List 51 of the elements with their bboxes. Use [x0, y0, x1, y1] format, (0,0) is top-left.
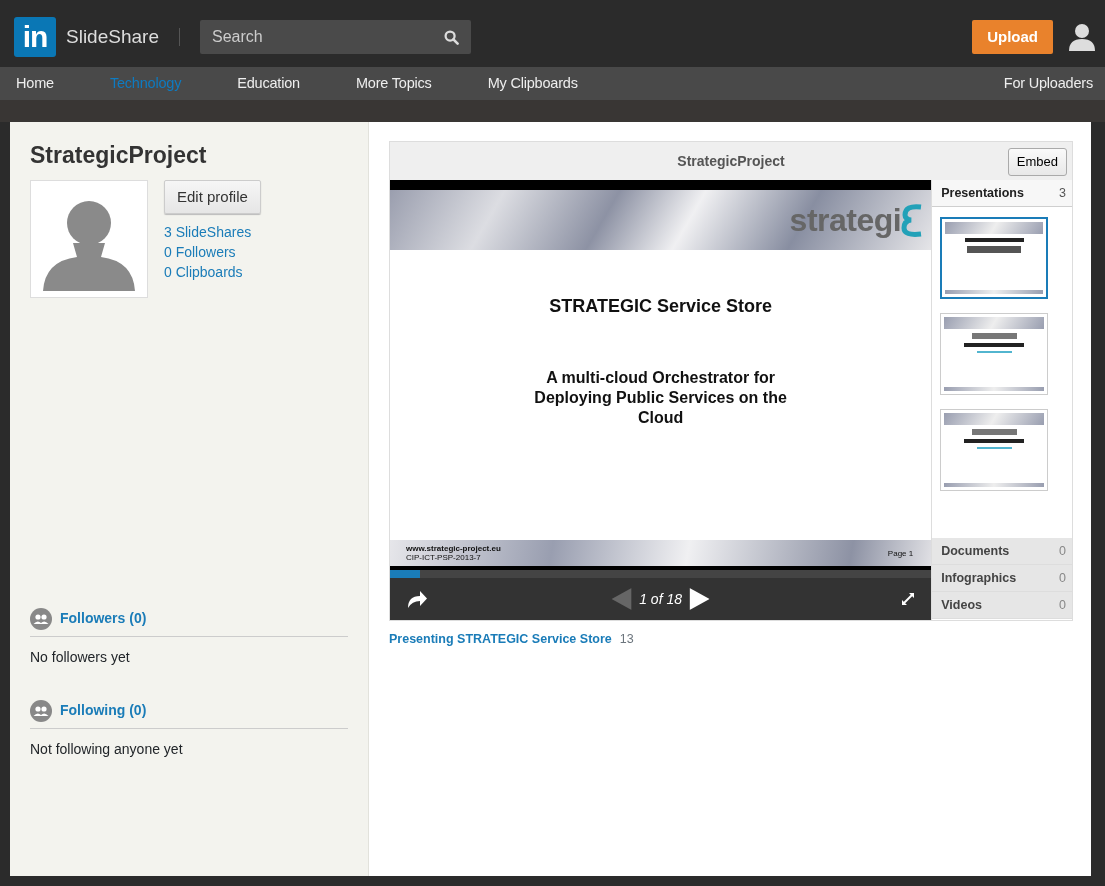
brand-name[interactable]: SlideShare [66, 22, 159, 52]
slide-subtitle: A multi-cloud Orchestrator for Deploying Public Services on the Cloud [533, 368, 788, 428]
category-label: Infographics [941, 569, 1017, 587]
slide-logo-text: strategi [789, 201, 902, 240]
view-count: 13 [619, 631, 634, 648]
people-icon [30, 607, 52, 630]
nav-link[interactable]: Home [16, 72, 54, 95]
stat-link[interactable]: 3 SlideShares [164, 222, 252, 243]
empty-message: No followers yet [30, 647, 131, 667]
category-tab[interactable]: Documents 0 [932, 538, 1072, 565]
next-icon[interactable] [690, 588, 710, 610]
search-field[interactable]: Search [199, 20, 471, 54]
section-link[interactable]: Following (0) [60, 700, 147, 722]
slide-url: www.strategic-project.eu [406, 544, 501, 553]
nav-link[interactable]: Education [237, 72, 300, 95]
profile-name: StrategicProject [30, 142, 208, 170]
category-tab[interactable]: Presentations 3 [932, 180, 1072, 207]
edit-profile-button[interactable]: Edit profile [164, 179, 261, 215]
share-icon[interactable] [406, 589, 428, 609]
fullscreen-icon[interactable] [901, 592, 916, 606]
slide-thumbnail[interactable] [940, 409, 1049, 491]
stat-link[interactable]: 0 Clipboards [164, 262, 243, 283]
category-label: Presentations [941, 184, 1024, 202]
category-count: 3 [1059, 184, 1066, 202]
slide-code: CIP-ICT-PSP-2013-7 [406, 553, 482, 562]
nav-link[interactable]: My Clipboards [487, 72, 578, 95]
people-icon [30, 699, 52, 722]
category-count: 0 [1059, 542, 1066, 560]
section-link[interactable]: Followers (0) [60, 608, 147, 630]
slide-thumbnail[interactable] [940, 217, 1049, 299]
nav-link[interactable]: For Uploaders [1003, 72, 1093, 95]
presentation-link[interactable]: Presenting STRATEGIC Service Store [389, 630, 612, 649]
category-count: 0 [1059, 569, 1066, 587]
nav-link[interactable]: More Topics [355, 72, 432, 95]
category-count: 0 [1059, 596, 1066, 614]
category-tab[interactable]: Infographics 0 [932, 565, 1072, 592]
logo[interactable]: in [14, 17, 56, 57]
search-icon[interactable] [443, 30, 459, 45]
slide-counter: 1 of 18 [639, 589, 682, 609]
player-title: StrategicProject [677, 151, 785, 171]
category-tab[interactable]: Videos 0 [932, 592, 1072, 619]
category-label: Videos [941, 596, 982, 614]
slide-thumbnail[interactable] [940, 313, 1049, 395]
empty-message: Not following anyone yet [30, 739, 184, 759]
slide-title: STRATEGIC Service Store [548, 295, 773, 318]
user-icon[interactable] [1069, 23, 1095, 51]
slide-page-number: Page 1 [887, 548, 914, 558]
embed-button[interactable]: Embed [1007, 148, 1067, 176]
category-label: Documents [941, 542, 1010, 560]
stat-link[interactable]: 0 Followers [164, 242, 236, 263]
logo-mark-icon [901, 203, 924, 237]
